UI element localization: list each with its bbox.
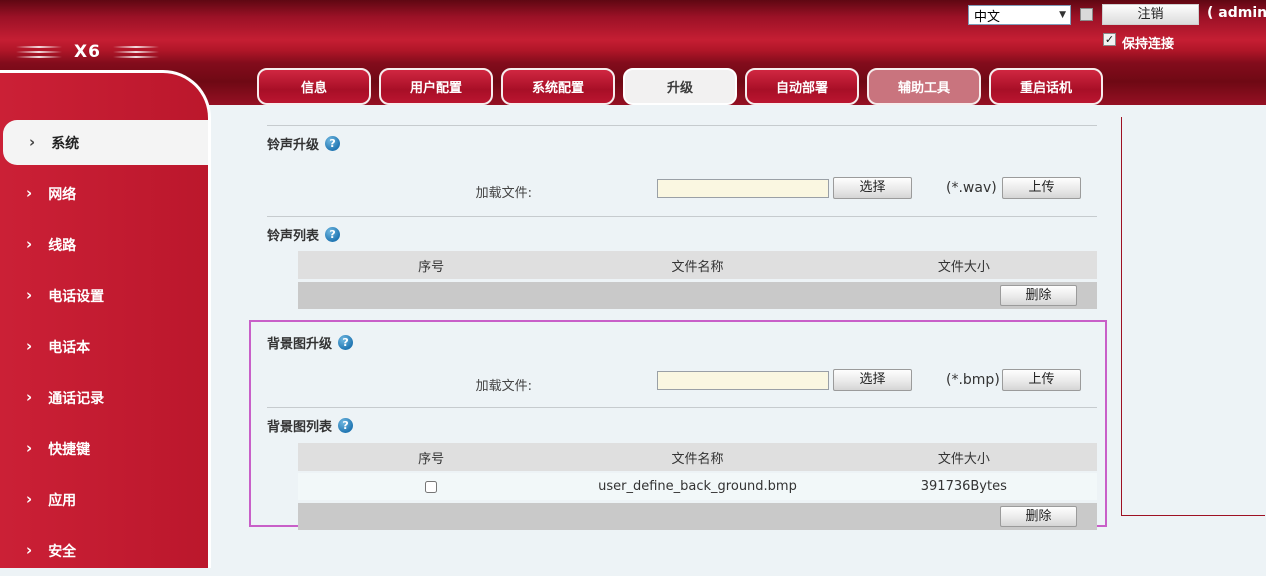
sidebar-item-label: 电话本 (48, 337, 90, 357)
keep-alive-checkbox[interactable]: ✓ (1103, 33, 1116, 46)
sidebar-item-label: 通话记录 (48, 388, 104, 408)
help-icon[interactable]: ? (325, 227, 340, 242)
table-row: user_define_back_ground.bmp 391736Bytes (298, 473, 1097, 500)
cell-filesize: 391736Bytes (831, 473, 1097, 500)
help-icon[interactable]: ? (338, 335, 353, 350)
ring-upload-button[interactable]: 上传 (1002, 177, 1081, 199)
help-icon[interactable]: ? (338, 418, 353, 433)
admin-label: ( admin ) (1207, 5, 1266, 21)
chevron-down-icon: ▼ (1059, 10, 1066, 20)
bg-list-table: 序号 文件名称 文件大小 user_define_back_ground.bmp… (298, 443, 1097, 530)
table-footer-row: 删除 (298, 503, 1097, 530)
section-title-text: 铃声列表 (267, 225, 319, 244)
col-header-filename: 文件名称 (564, 443, 830, 471)
chevron-right-icon: › (26, 339, 32, 354)
chevron-right-icon: › (26, 441, 32, 456)
section-title-text: 背景图列表 (267, 416, 332, 435)
table-header-row: 序号 文件名称 文件大小 (298, 251, 1097, 279)
sidebar-item-system[interactable]: › 系统 (3, 120, 208, 165)
sidebar-item-application[interactable]: › 应用 (0, 474, 208, 525)
tab-upgrade[interactable]: 升级 (623, 68, 737, 105)
section-title-bg-upgrade: 背景图升级 ? (267, 333, 353, 352)
col-header-filesize: 文件大小 (831, 251, 1097, 279)
tab-info[interactable]: 信息 (257, 68, 371, 105)
sidebar-item-phone-settings[interactable]: › 电话设置 (0, 270, 208, 321)
sidebar-item-label: 快捷键 (48, 439, 90, 459)
sidebar-item-label: 应用 (48, 490, 76, 510)
sidebar-item-label: 网络 (48, 184, 76, 204)
tab-system-config[interactable]: 系统配置 (501, 68, 615, 105)
sidebar-item-label: 线路 (48, 235, 76, 255)
row-checkbox[interactable] (425, 481, 437, 493)
main-content: 铃声升级 ? 加载文件: 选择 (*.wav) 上传 铃声列表 ? 序号 文件名… (211, 105, 1266, 568)
bg-select-button[interactable]: 选择 (833, 369, 912, 391)
chevron-right-icon: › (26, 237, 32, 252)
sidebar-item-function-key[interactable]: › 快捷键 (0, 423, 208, 474)
chevron-right-icon: › (26, 390, 32, 405)
tab-user-config[interactable]: 用户配置 (379, 68, 493, 105)
bg-file-label: 加载文件: (267, 375, 532, 394)
cell-filename: user_define_back_ground.bmp (564, 473, 830, 500)
language-select[interactable]: 中文 ▼ (968, 5, 1071, 25)
logout-button[interactable]: 注销 (1102, 4, 1199, 25)
help-icon[interactable]: ? (325, 136, 340, 151)
ring-file-input[interactable] (657, 179, 829, 198)
sidebar: › 系统 › 网络 › 线路 › 电话设置 › 电话本 › 通话记录 › 快捷键… (0, 70, 211, 568)
logo-speedlines-right (113, 46, 159, 58)
sidebar-item-network[interactable]: › 网络 (0, 168, 208, 219)
sidebar-item-line[interactable]: › 线路 (0, 219, 208, 270)
language-checkbox[interactable] (1080, 8, 1093, 21)
chevron-right-icon: › (26, 186, 32, 201)
table-header-row: 序号 文件名称 文件大小 (298, 443, 1097, 471)
section-title-ring-upgrade: 铃声升级 ? (267, 134, 340, 153)
section-title-text: 背景图升级 (267, 333, 332, 352)
language-select-value: 中文 (974, 6, 1000, 25)
bg-delete-button[interactable]: 删除 (1000, 506, 1077, 527)
section-title-bg-list: 背景图列表 ? (267, 416, 353, 435)
sidebar-item-label: 电话设置 (48, 286, 104, 306)
keep-alive-label: 保持连接 (1122, 33, 1174, 52)
right-frame-border (1121, 117, 1265, 516)
col-header-index: 序号 (298, 443, 564, 471)
col-header-filename: 文件名称 (564, 251, 830, 279)
sidebar-item-label: 系统 (51, 133, 79, 153)
bg-upload-button[interactable]: 上传 (1002, 369, 1081, 391)
section-title-text: 铃声升级 (267, 134, 319, 153)
bg-file-input[interactable] (657, 371, 829, 390)
section-title-ring-list: 铃声列表 ? (267, 225, 340, 244)
tab-reboot[interactable]: 重启话机 (989, 68, 1103, 105)
col-header-filesize: 文件大小 (831, 443, 1097, 471)
sidebar-item-phonebook[interactable]: › 电话本 (0, 321, 208, 372)
ring-list-table: 序号 文件名称 文件大小 删除 (298, 251, 1097, 309)
logo-text: X6 (74, 42, 101, 62)
sidebar-item-label: 安全 (48, 541, 76, 561)
chevron-right-icon: › (29, 135, 35, 150)
sidebar-item-security[interactable]: › 安全 (0, 525, 208, 576)
chevron-right-icon: › (26, 288, 32, 303)
sidebar-item-call-log[interactable]: › 通话记录 (0, 372, 208, 423)
divider (267, 216, 1097, 217)
table-footer-row: 删除 (298, 282, 1097, 309)
ring-file-label: 加载文件: (267, 182, 532, 201)
tab-auto-deploy[interactable]: 自动部署 (745, 68, 859, 105)
chevron-right-icon: › (26, 492, 32, 507)
divider (267, 125, 1097, 126)
ring-select-button[interactable]: 选择 (833, 177, 912, 199)
chevron-right-icon: › (26, 543, 32, 558)
ring-delete-button[interactable]: 删除 (1000, 285, 1077, 306)
ring-ext-label: (*.wav) (946, 180, 997, 196)
logo: X6 (16, 42, 159, 62)
divider (267, 407, 1097, 408)
logo-speedlines-left (16, 46, 62, 58)
bg-ext-label: (*.bmp) (946, 372, 1000, 388)
tab-tools[interactable]: 辅助工具 (867, 68, 981, 105)
col-header-index: 序号 (298, 251, 564, 279)
